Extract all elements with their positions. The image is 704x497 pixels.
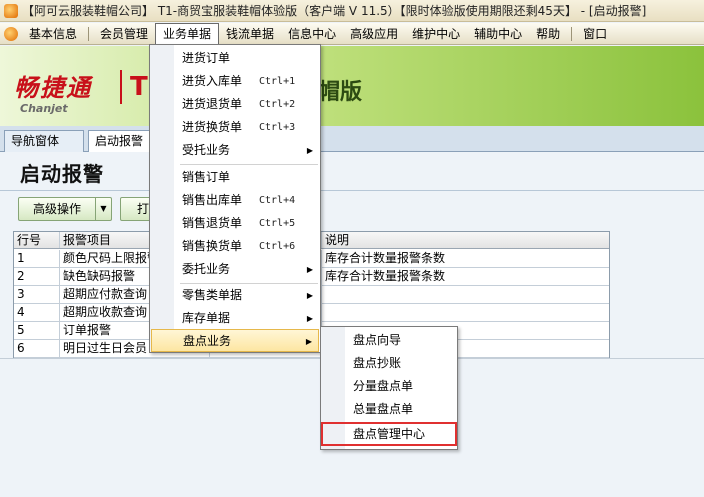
menu-item-shortcut: Ctrl+1 [259,76,296,87]
tab-navigation[interactable]: 导航窗体 [4,130,84,152]
menu-item-label: 销售订单 [182,170,231,184]
chevron-right-icon: ▶ [306,265,313,274]
submenu-item-label: 总量盘点单 [353,402,414,416]
menu-item-label: 零售类单据 [182,288,243,302]
advanced-operations-label: 高级操作 [32,202,81,216]
menu-item-sales-exchange[interactable]: 销售换货单 Ctrl+6 [151,235,319,258]
menu-item-sales-delivery[interactable]: 销售出库单 Ctrl+4 [151,189,319,212]
menu-basic-info[interactable]: 基本信息 [22,24,84,44]
menu-cashflow-documents[interactable]: 钱流单据 [219,24,281,44]
menu-item-label: 库存单据 [182,311,231,325]
cell-row-number: 6 [14,340,60,357]
menu-bar: 基本信息 会员管理 业务单据 钱流单据 信息中心 高级应用 维护中心 辅助中心 … [0,23,704,45]
product-suffix: 帽版 [318,80,363,105]
menu-help[interactable]: 帮助 [529,24,567,44]
menu-window[interactable]: 窗口 [576,24,614,44]
menu-item-consignment-in[interactable]: 受托业务 ▶ [151,139,319,162]
menu-advanced[interactable]: 高级应用 [343,24,405,44]
header-description[interactable]: 说明 [322,232,609,248]
menu-item-label: 委托业务 [182,262,231,276]
submenu-item-partial-stocktaking[interactable]: 分量盘点单 [322,375,456,397]
submenu-item-total-stocktaking[interactable]: 总量盘点单 [322,398,456,420]
menu-auxiliary[interactable]: 辅助中心 [467,24,529,44]
header-row-number[interactable]: 行号 [14,232,60,248]
menu-business-documents[interactable]: 业务单据 [155,23,220,44]
cell-description [322,304,609,321]
advanced-operations-button[interactable]: 高级操作 ▼ [18,197,112,221]
menu-item-shortcut: Ctrl+2 [259,99,296,110]
menu-item-shortcut: Ctrl+3 [259,122,296,133]
menu-item-label: 进货入库单 [182,74,243,88]
window-title: 【阿可云服装鞋帽公司】 T1-商贸宝服装鞋帽体验版（客户端 V 11.5）【限时… [22,4,647,18]
menu-item-purchase-receipt[interactable]: 进货入库单 Ctrl+1 [151,70,319,93]
submenu-item-stocktaking-wizard[interactable]: 盘点向导 [322,329,456,351]
cell-row-number: 1 [14,250,60,267]
menu-item-label: 进货换货单 [182,120,243,134]
business-documents-menu: 进货订单 进货入库单 Ctrl+1 进货退货单 Ctrl+2 进货换货单 Ctr… [149,44,321,353]
cell-description: 库存合计数量报警条数 [325,269,446,283]
menu-item-shortcut: Ctrl+4 [259,195,296,206]
menu-logo-icon[interactable] [4,26,18,41]
cell-description [322,286,609,303]
submenu-item-label: 分量盘点单 [353,379,414,393]
stocktaking-submenu: 盘点向导 盘点抄账 分量盘点单 总量盘点单 盘点管理中心 [320,326,458,450]
menu-item-label: 销售退货单 [182,216,243,230]
menu-item-purchase-return[interactable]: 进货退货单 Ctrl+2 [151,93,319,116]
chevron-down-icon[interactable]: ▼ [95,198,111,220]
cell-description: 库存合计数量报警条数 [325,251,446,265]
chevron-right-icon: ▶ [306,146,313,155]
cell-row-number: 4 [14,304,60,321]
brand-logo-cn: 畅捷通 [14,74,92,102]
menu-item-stocktaking[interactable]: 盘点业务 ▶ [151,329,319,352]
menu-item-consignment-out[interactable]: 委托业务 ▶ [151,258,319,281]
menu-item-label: 销售出库单 [182,193,243,207]
cell-row-number: 2 [14,268,60,285]
menu-item-sales-order[interactable]: 销售订单 [151,166,319,189]
menu-item-inventory-documents[interactable]: 库存单据 ▶ [151,307,319,330]
menu-item-purchase-order[interactable]: 进货订单 [151,47,319,70]
menu-item-label: 受托业务 [182,143,231,157]
submenu-item-label: 盘点向导 [353,333,402,347]
menu-item-purchase-exchange[interactable]: 进货换货单 Ctrl+3 [151,116,319,139]
cell-row-number: 5 [14,322,60,339]
menu-separator [180,164,318,165]
menu-member-management[interactable]: 会员管理 [93,24,155,44]
menu-item-shortcut: Ctrl+5 [259,218,296,229]
page-title: 启动报警 [20,162,104,186]
divider [0,190,704,191]
brand-logo-en: Chanjet [20,102,68,115]
submenu-item-label: 盘点管理中心 [353,427,426,441]
menu-item-label: 进货退货单 [182,97,243,111]
menu-item-shortcut: Ctrl+6 [259,241,296,252]
cell-row-number: 3 [14,286,60,303]
print-label: 打 [137,202,150,216]
submenu-item-label: 盘点抄账 [353,356,402,370]
product-banner: 畅捷通 Chanjet T1 帽版 [0,46,704,126]
menu-maintenance[interactable]: 维护中心 [405,24,467,44]
app-logo-icon [4,3,18,18]
menu-separator [571,26,573,41]
brand-divider [120,70,122,104]
menu-item-sales-return[interactable]: 销售退货单 Ctrl+5 [151,212,319,235]
submenu-item-stocktaking-center[interactable]: 盘点管理中心 [321,422,457,446]
submenu-item-stocktaking-copy[interactable]: 盘点抄账 [322,352,456,374]
menu-item-retail-documents[interactable]: 零售类单据 ▶ [151,284,319,307]
menu-separator [88,26,90,41]
title-bar: 【阿可云服装鞋帽公司】 T1-商贸宝服装鞋帽体验版（客户端 V 11.5）【限时… [0,0,704,22]
menu-item-label: 销售换货单 [182,239,243,253]
menu-item-label: 盘点业务 [183,334,232,348]
chevron-right-icon: ▶ [306,291,313,300]
chevron-right-icon: ▶ [305,337,312,346]
tab-strip: 导航窗体 启动报警 [0,126,704,152]
menu-item-label: 进货订单 [182,51,231,65]
chevron-right-icon: ▶ [306,314,313,323]
menu-info-center[interactable]: 信息中心 [281,24,343,44]
